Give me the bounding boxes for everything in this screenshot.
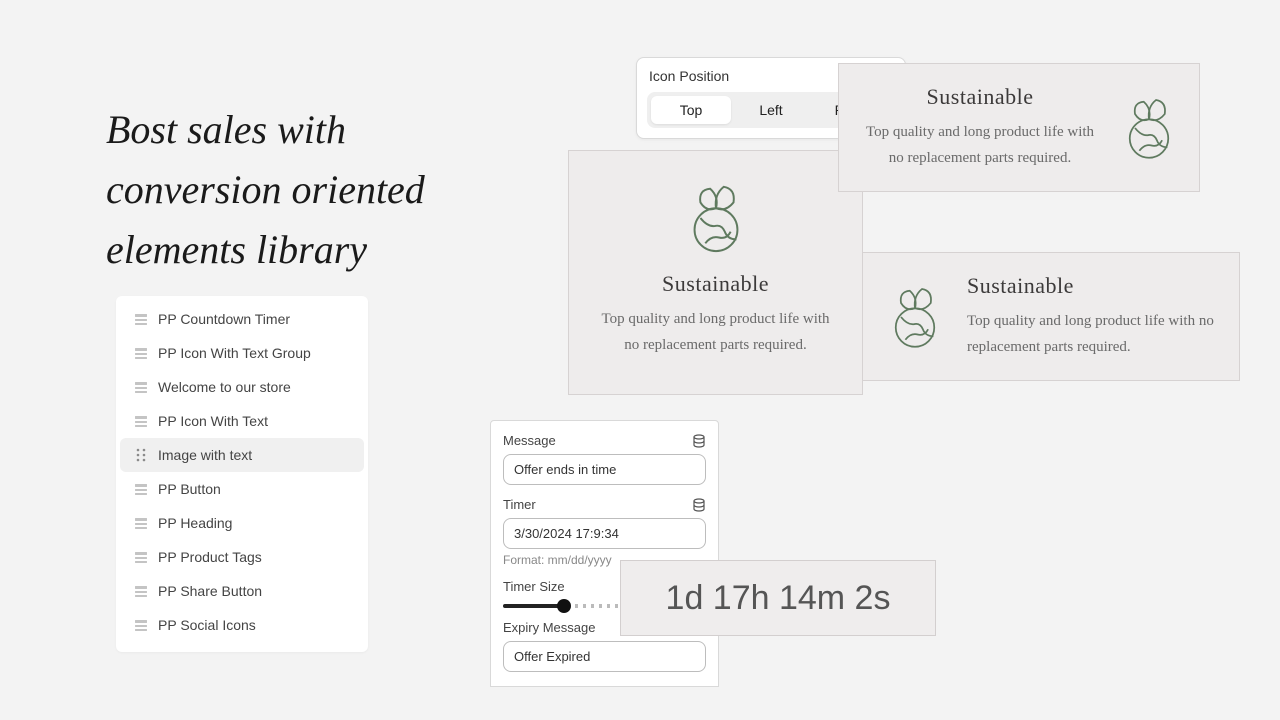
block-icon <box>134 516 148 530</box>
database-icon[interactable] <box>692 498 706 512</box>
card-title: Sustainable <box>967 273 1217 299</box>
block-icon <box>134 380 148 394</box>
timer-size-label: Timer Size <box>503 579 565 594</box>
element-list-item[interactable]: PP Heading <box>120 506 364 540</box>
leaf-globe-icon <box>885 282 945 352</box>
element-list-label: PP Share Button <box>158 583 262 599</box>
preview-card-left: Sustainable Top quality and long product… <box>862 252 1240 381</box>
element-list-label: PP Countdown Timer <box>158 311 290 327</box>
icon-position-option-left[interactable]: Left <box>731 96 811 124</box>
expiry-message-label: Expiry Message <box>503 620 595 635</box>
block-icon <box>134 550 148 564</box>
element-list-item[interactable]: PP Countdown Timer <box>120 302 364 336</box>
element-list-label: PP Button <box>158 481 221 497</box>
elements-list-panel: PP Countdown Timer PP Icon With Text Grou… <box>116 296 368 652</box>
element-list-item[interactable]: PP Button <box>120 472 364 506</box>
database-icon[interactable] <box>692 434 706 448</box>
page-headline: Bost sales with conversion oriented elem… <box>106 100 526 280</box>
countdown-value: 1d 17h 14m 2s <box>666 579 891 618</box>
card-body: Top quality and long product life with n… <box>967 309 1217 360</box>
block-icon <box>134 346 148 360</box>
leaf-globe-icon <box>683 179 749 257</box>
element-list-label: PP Social Icons <box>158 617 256 633</box>
card-title: Sustainable <box>593 271 838 297</box>
message-label: Message <box>503 433 556 448</box>
icon-position-option-top[interactable]: Top <box>651 96 731 124</box>
element-list-label: Welcome to our store <box>158 379 291 395</box>
element-list-item[interactable]: PP Share Button <box>120 574 364 608</box>
block-icon <box>134 618 148 632</box>
timer-label: Timer <box>503 497 536 512</box>
card-body: Top quality and long product life with n… <box>859 120 1101 171</box>
element-list-label: PP Icon With Text <box>158 413 268 429</box>
leaf-globe-icon <box>1119 93 1179 163</box>
countdown-display: 1d 17h 14m 2s <box>620 560 936 636</box>
block-icon <box>134 414 148 428</box>
drag-handle-icon <box>134 448 148 462</box>
preview-card-top: Sustainable Top quality and long product… <box>568 150 863 395</box>
element-list-item[interactable]: PP Social Icons <box>120 608 364 642</box>
element-list-label: PP Product Tags <box>158 549 262 565</box>
element-list-item[interactable]: PP Icon With Text Group <box>120 336 364 370</box>
slider-thumb[interactable] <box>557 599 571 613</box>
card-body: Top quality and long product life with n… <box>593 307 838 358</box>
element-list-item[interactable]: Image with text <box>120 438 364 472</box>
message-input[interactable] <box>503 454 706 485</box>
element-list-item[interactable]: Welcome to our store <box>120 370 364 404</box>
timer-input[interactable] <box>503 518 706 549</box>
block-icon <box>134 584 148 598</box>
element-list-label: PP Heading <box>158 515 232 531</box>
card-title: Sustainable <box>859 84 1101 110</box>
element-list-label: Image with text <box>158 447 252 463</box>
timer-settings-panel: Message Timer Format: mm/dd/yyyy Timer S… <box>490 420 719 687</box>
block-icon <box>134 312 148 326</box>
element-list-item[interactable]: PP Icon With Text <box>120 404 364 438</box>
preview-card-right: Sustainable Top quality and long product… <box>838 63 1200 192</box>
element-list-label: PP Icon With Text Group <box>158 345 311 361</box>
element-list-item[interactable]: PP Product Tags <box>120 540 364 574</box>
expiry-message-input[interactable] <box>503 641 706 672</box>
block-icon <box>134 482 148 496</box>
